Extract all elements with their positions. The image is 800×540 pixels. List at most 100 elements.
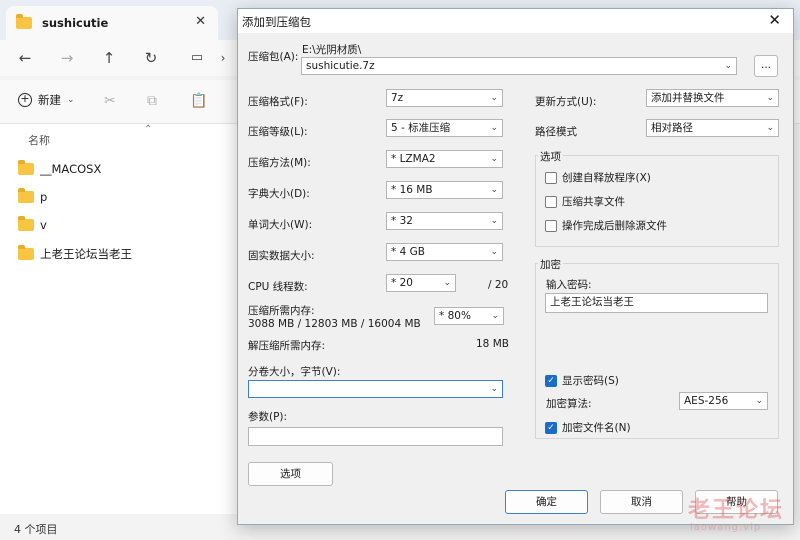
- tab-sushicutie[interactable]: sushicutie ✕: [6, 6, 218, 40]
- monitor-icon[interactable]: ▭: [186, 48, 208, 68]
- params-input[interactable]: [248, 427, 503, 446]
- path-select[interactable]: 相对路径 ⌄: [646, 119, 779, 137]
- enc-method-label: 加密算法:: [546, 398, 592, 410]
- mem-percent-value: * 80%: [439, 310, 471, 322]
- list-item[interactable]: v: [18, 216, 47, 232]
- solid-select[interactable]: * 4 GB ⌄: [386, 243, 503, 261]
- level-select[interactable]: 5 - 标准压缩 ⌄: [386, 119, 503, 137]
- watermark-subtext: laowang.vip: [690, 522, 762, 533]
- close-icon[interactable]: ✕: [768, 11, 781, 29]
- status-bar: 4 个项目: [14, 523, 58, 536]
- show-password-checkbox[interactable]: ✓ 显示密码(S): [545, 373, 619, 388]
- mem-decomp-value: 18 MB: [476, 338, 509, 350]
- file-name: __MACOSX: [40, 162, 102, 176]
- up-arrow-icon[interactable]: ↑: [98, 48, 120, 68]
- paste-icon[interactable]: 📋: [190, 93, 207, 109]
- cpu-total: / 20: [488, 279, 509, 291]
- enc-method-value: AES-256: [684, 395, 729, 407]
- sfx-label: 创建自释放程序(X): [562, 172, 651, 184]
- ok-button[interactable]: 确定: [505, 490, 588, 514]
- list-item[interactable]: __MACOSX: [18, 160, 102, 176]
- watermark-text: 老王论坛: [688, 498, 785, 523]
- solid-label: 固实数据大小:: [248, 250, 315, 262]
- new-button[interactable]: + 新建 ⌄: [18, 92, 75, 108]
- encrypt-names-label: 加密文件名(N): [562, 422, 631, 434]
- level-value: 5 - 标准压缩: [391, 122, 451, 134]
- update-select[interactable]: 添加并替换文件 ⌄: [646, 89, 779, 107]
- close-icon[interactable]: ✕: [195, 14, 206, 29]
- level-label: 压缩等级(L):: [248, 126, 308, 138]
- back-arrow-icon[interactable]: ←: [14, 48, 36, 68]
- path-value: 相对路径: [651, 122, 693, 134]
- list-item[interactable]: p: [18, 188, 48, 204]
- browse-button[interactable]: ...: [754, 55, 778, 77]
- chevron-down-icon: ⌄: [490, 123, 498, 133]
- format-label: 压缩格式(F):: [248, 96, 308, 108]
- shared-checkbox[interactable]: 压缩共享文件: [545, 194, 625, 209]
- chevron-down-icon: ⌄: [766, 123, 774, 133]
- new-label: 新建: [38, 93, 61, 107]
- copy-icon[interactable]: ⧉: [147, 93, 157, 109]
- method-value: * LZMA2: [391, 153, 436, 165]
- cut-icon[interactable]: ✂: [104, 93, 116, 109]
- file-name: p: [40, 190, 48, 204]
- checkbox-box: [545, 219, 557, 232]
- folder-icon: [18, 160, 34, 175]
- cpu-label: CPU 线程数:: [248, 281, 308, 293]
- mem-comp-label: 压缩所需内存:: [248, 305, 315, 317]
- params-label: 参数(P):: [248, 411, 288, 423]
- chevron-down-icon: ⌄: [490, 93, 498, 103]
- method-label: 压缩方法(M):: [248, 157, 311, 169]
- split-label: 分卷大小，字节(V):: [248, 366, 341, 378]
- archive-label: 压缩包(A):: [248, 51, 299, 63]
- checkbox-box: [545, 171, 557, 184]
- solid-value: * 4 GB: [391, 246, 425, 258]
- chevron-down-icon: ⌄: [67, 95, 75, 105]
- format-select[interactable]: 7z ⌄: [386, 89, 503, 107]
- mem-decomp-label: 解压缩所需内存:: [248, 340, 326, 352]
- mem-comp-value: 3088 MB / 12803 MB / 16004 MB: [248, 318, 421, 330]
- delete-source-checkbox[interactable]: 操作完成后删除源文件: [545, 218, 667, 233]
- folder-icon: [16, 14, 32, 29]
- encrypt-names-checkbox[interactable]: ✓ 加密文件名(N): [545, 420, 631, 435]
- mem-percent-select[interactable]: * 80% ⌄: [434, 307, 504, 325]
- refresh-icon[interactable]: ↻: [140, 48, 162, 68]
- format-value: 7z: [391, 92, 404, 104]
- split-size-combo[interactable]: ⌄: [248, 380, 503, 398]
- cpu-select[interactable]: * 20 ⌄: [386, 274, 456, 292]
- plus-icon: +: [18, 93, 32, 107]
- chevron-down-icon: ⌄: [490, 185, 498, 195]
- file-name: v: [40, 218, 47, 232]
- forward-arrow-icon[interactable]: →: [56, 48, 78, 68]
- chevron-down-icon: ⌄: [443, 278, 451, 288]
- password-input[interactable]: 上老王论坛当老王: [545, 293, 768, 313]
- update-label: 更新方式(U):: [535, 96, 597, 108]
- folder-icon: [18, 245, 34, 260]
- sort-up-icon: ⌃: [144, 124, 153, 135]
- method-select[interactable]: * LZMA2 ⌄: [386, 150, 503, 168]
- column-header-name[interactable]: 名称: [28, 132, 50, 148]
- chevron-down-icon: ⌄: [766, 93, 774, 103]
- folder-icon: [18, 216, 34, 231]
- update-value: 添加并替换文件: [651, 92, 725, 104]
- chevron-down-icon: ⌄: [490, 247, 498, 257]
- list-item[interactable]: 上老王论坛当老王: [18, 245, 132, 262]
- show-password-label: 显示密码(S): [562, 375, 619, 387]
- dict-value: * 16 MB: [391, 184, 433, 196]
- sfx-checkbox[interactable]: 创建自释放程序(X): [545, 170, 651, 185]
- dialog-titlebar: 添加到压缩包 ✕: [238, 9, 793, 33]
- word-select[interactable]: * 32 ⌄: [386, 212, 503, 230]
- password-label: 输入密码:: [546, 279, 592, 291]
- enc-method-select[interactable]: AES-256 ⌄: [679, 392, 768, 410]
- archive-name-value: sushicutie.7z: [306, 60, 375, 72]
- options-button[interactable]: 选项: [248, 462, 333, 486]
- dict-select[interactable]: * 16 MB ⌄: [386, 181, 503, 199]
- archive-name-combo[interactable]: sushicutie.7z ⌄: [301, 57, 737, 75]
- archive-path: E:\光阴材质\: [302, 44, 362, 56]
- check-icon: ✓: [545, 421, 557, 434]
- cancel-button[interactable]: 取消: [600, 490, 683, 514]
- chevron-down-icon: ⌄: [491, 311, 499, 321]
- shared-label: 压缩共享文件: [562, 196, 625, 208]
- file-name: 上老王论坛当老王: [40, 247, 132, 261]
- chevron-right-icon[interactable]: ›: [212, 48, 234, 68]
